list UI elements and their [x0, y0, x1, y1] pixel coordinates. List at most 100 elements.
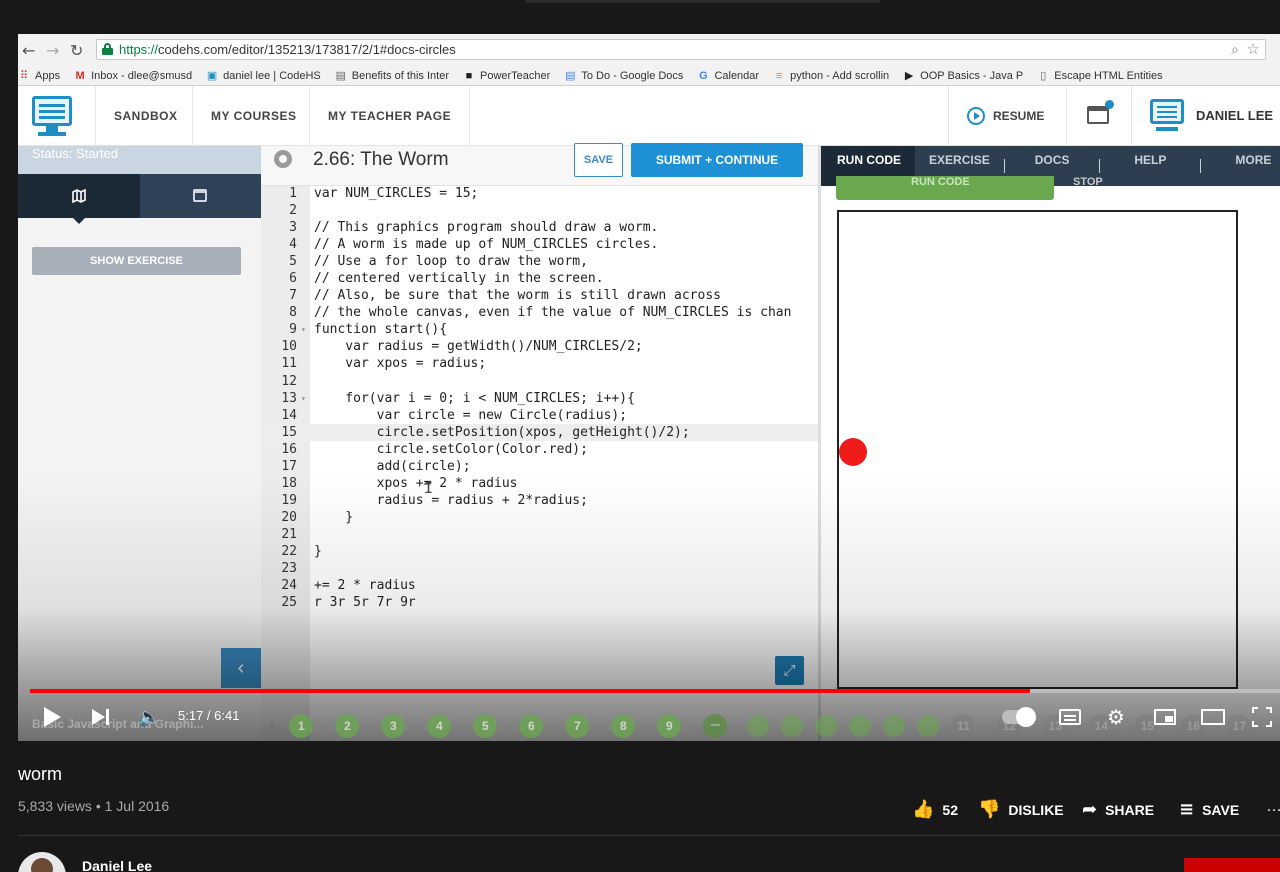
code-line[interactable]: 1 var NUM_CIRCLES = 15; [261, 185, 818, 202]
tab-map[interactable] [18, 174, 140, 224]
more-actions-icon[interactable]: … [1266, 798, 1280, 816]
back-arrow-icon[interactable]: ← [22, 41, 35, 60]
dislike-button[interactable]: 👎 DISLIKE [978, 799, 1064, 820]
play-icon[interactable] [44, 707, 61, 727]
code-line[interactable]: 20 } [261, 509, 818, 526]
slide-item[interactable]: 11 [951, 714, 976, 738]
user-avatar-icon[interactable] [1150, 99, 1184, 133]
volume-icon[interactable]: 🔈 [138, 707, 160, 728]
collapse-sidebar-button[interactable]: ‹ [221, 648, 261, 688]
bookmark-powerteacher[interactable]: ■ PowerTeacher [463, 70, 551, 82]
show-exercise-button[interactable]: SHOW EXERCISE [32, 247, 241, 275]
bookmark-python[interactable]: ≡ python - Add scrollin [773, 70, 889, 82]
video-player[interactable]: ← → ↻ https://codehs.com/editor/135213/1… [18, 34, 1280, 741]
code-line[interactable]: 18 xpos += 2 * radius [261, 475, 818, 492]
code-line[interactable]: 23 [261, 560, 818, 577]
code-line[interactable]: 22} [261, 543, 818, 560]
codehs-logo-icon[interactable] [32, 96, 72, 136]
progress-bar[interactable] [30, 689, 1280, 693]
fullscreen-icon[interactable] [1252, 707, 1272, 727]
save-button[interactable]: SAVE [574, 143, 623, 177]
quiz-icon[interactable] [781, 715, 804, 737]
submit-continue-button[interactable]: SUBMIT + CONTINUE [631, 143, 803, 177]
resume-button[interactable]: RESUME [948, 86, 1044, 146]
code-line[interactable]: 10 var radius = getWidth()/NUM_CIRCLES/2… [261, 338, 818, 355]
reload-icon[interactable]: ↻ [70, 41, 83, 60]
code-line[interactable]: 8 // the whole canvas, even if the value … [261, 304, 818, 321]
zoom-icon[interactable]: ⌕ [1231, 41, 1239, 58]
slide-item[interactable]: 7 [565, 714, 590, 738]
code-line[interactable]: 16 circle.setColor(Color.red); [261, 441, 818, 458]
slide-item[interactable]: 9 [657, 714, 682, 738]
bookmark-calendar[interactable]: G Calendar [697, 70, 759, 82]
pencil-icon[interactable] [917, 715, 940, 737]
bookmark-oop[interactable]: ▶ OOP Basics - Java P [903, 70, 1023, 82]
tab-calendar[interactable] [139, 174, 261, 218]
code-line[interactable]: 6 // centered vertically in the screen. [261, 270, 818, 287]
bookmark-docs[interactable]: ▤ To Do - Google Docs [564, 70, 683, 82]
tab-help[interactable]: HELP [1100, 146, 1200, 186]
code-line[interactable]: 15 circle.setPosition(xpos, getHeight()/… [261, 423, 818, 441]
pencil-icon[interactable] [883, 715, 906, 737]
notifications-button[interactable] [1066, 86, 1132, 146]
like-button[interactable]: 👍 52 [912, 799, 958, 820]
slide-item[interactable]: 3 [381, 714, 406, 738]
miniplayer-icon[interactable] [1154, 709, 1176, 725]
code-area[interactable]: 1 var NUM_CIRCLES = 15; 2 3 // This graphics… [261, 185, 818, 611]
slide-item[interactable]: 1 [289, 714, 314, 738]
nav-my-teacher-page[interactable]: MY TEACHER PAGE [309, 86, 471, 146]
stop-button[interactable]: STOP [1073, 176, 1103, 188]
user-name[interactable]: DANIEL LEE [1196, 86, 1273, 146]
expand-icon[interactable]: ⤢ [775, 656, 804, 685]
subscribe-button[interactable] [1184, 858, 1280, 872]
bookmark-benefits[interactable]: ▤ Benefits of this Inter [335, 70, 449, 82]
code-line[interactable]: 3 // This graphics program should draw a … [261, 219, 818, 236]
autoplay-toggle[interactable] [1002, 707, 1036, 727]
slide-item[interactable]: 5 [473, 714, 498, 738]
nav-sandbox[interactable]: SANDBOX [95, 86, 196, 146]
code-line[interactable]: 11 var xpos = radius; [261, 355, 818, 372]
bookmark-codehs[interactable]: ▣ daniel lee | CodeHS [206, 70, 321, 82]
code-line[interactable]: 24 += 2 * radius [261, 577, 818, 594]
code-line[interactable]: 5 // Use a for loop to draw the worm, [261, 253, 818, 270]
fold-arrow-icon[interactable]: ▾ [301, 390, 306, 407]
next-icon[interactable] [92, 709, 112, 726]
settings-icon[interactable]: ⚙ [1107, 705, 1125, 729]
slide-item[interactable]: 6 [519, 714, 544, 738]
document-icon[interactable] [815, 715, 838, 737]
code-line[interactable]: 4 // A worm is made up of NUM_CIRCLES cir… [261, 236, 818, 253]
fold-arrow-icon[interactable]: ▾ [301, 321, 306, 338]
forward-arrow-icon[interactable]: → [46, 41, 59, 60]
code-line[interactable]: 17 add(circle); [261, 458, 818, 475]
code-line[interactable]: 7 // Also, be sure that the worm is still… [261, 287, 818, 304]
settings-gear-icon[interactable] [274, 150, 292, 168]
code-line[interactable]: 2 [261, 202, 818, 219]
nav-my-courses[interactable]: MY COURSES [192, 86, 314, 146]
share-button[interactable]: ➦ SHARE [1082, 799, 1154, 820]
edit-icon[interactable] [849, 715, 872, 737]
code-line[interactable]: 12 [261, 373, 818, 390]
code-line[interactable]: 13 ▾ for(var i = 0; i < NUM_CIRCLES; i++)… [261, 390, 818, 407]
slide-item[interactable]: 17 [1227, 714, 1252, 738]
slide-item[interactable]: 2 [335, 714, 360, 738]
bookmark-inbox[interactable]: M Inbox - dlee@smusd [74, 70, 192, 82]
address-bar[interactable]: https://codehs.com/editor/135213/173817/… [96, 39, 1266, 60]
channel-avatar[interactable] [18, 852, 66, 872]
bookmark-star-icon[interactable]: ☆ [1247, 40, 1260, 58]
bookmark-escape[interactable]: ▯ Escape HTML Entities [1037, 70, 1162, 82]
minus-icon[interactable]: – [703, 714, 728, 738]
channel-name[interactable]: Daniel Lee [82, 858, 152, 872]
subtitles-icon[interactable] [1059, 709, 1081, 725]
code-line[interactable]: 25 r 3r 5r 7r 9r [261, 594, 818, 611]
slide-prev-icon[interactable]: ‹ [270, 717, 275, 735]
code-line[interactable]: 9 ▾ function start(){ [261, 321, 818, 338]
code-line[interactable]: 21 [261, 526, 818, 543]
code-line[interactable]: 14 var circle = new Circle(radius); [261, 407, 818, 424]
code-line[interactable]: 19 radius = radius + 2*radius; [261, 492, 818, 509]
theater-mode-icon[interactable] [1201, 709, 1225, 725]
slide-item[interactable]: 8 [611, 714, 636, 738]
slide-item[interactable]: 4 [427, 714, 452, 738]
bookmark-apps[interactable]: ⠿ Apps [18, 70, 60, 82]
video-icon[interactable] [747, 715, 770, 737]
tab-more[interactable]: MORE [1201, 146, 1271, 186]
